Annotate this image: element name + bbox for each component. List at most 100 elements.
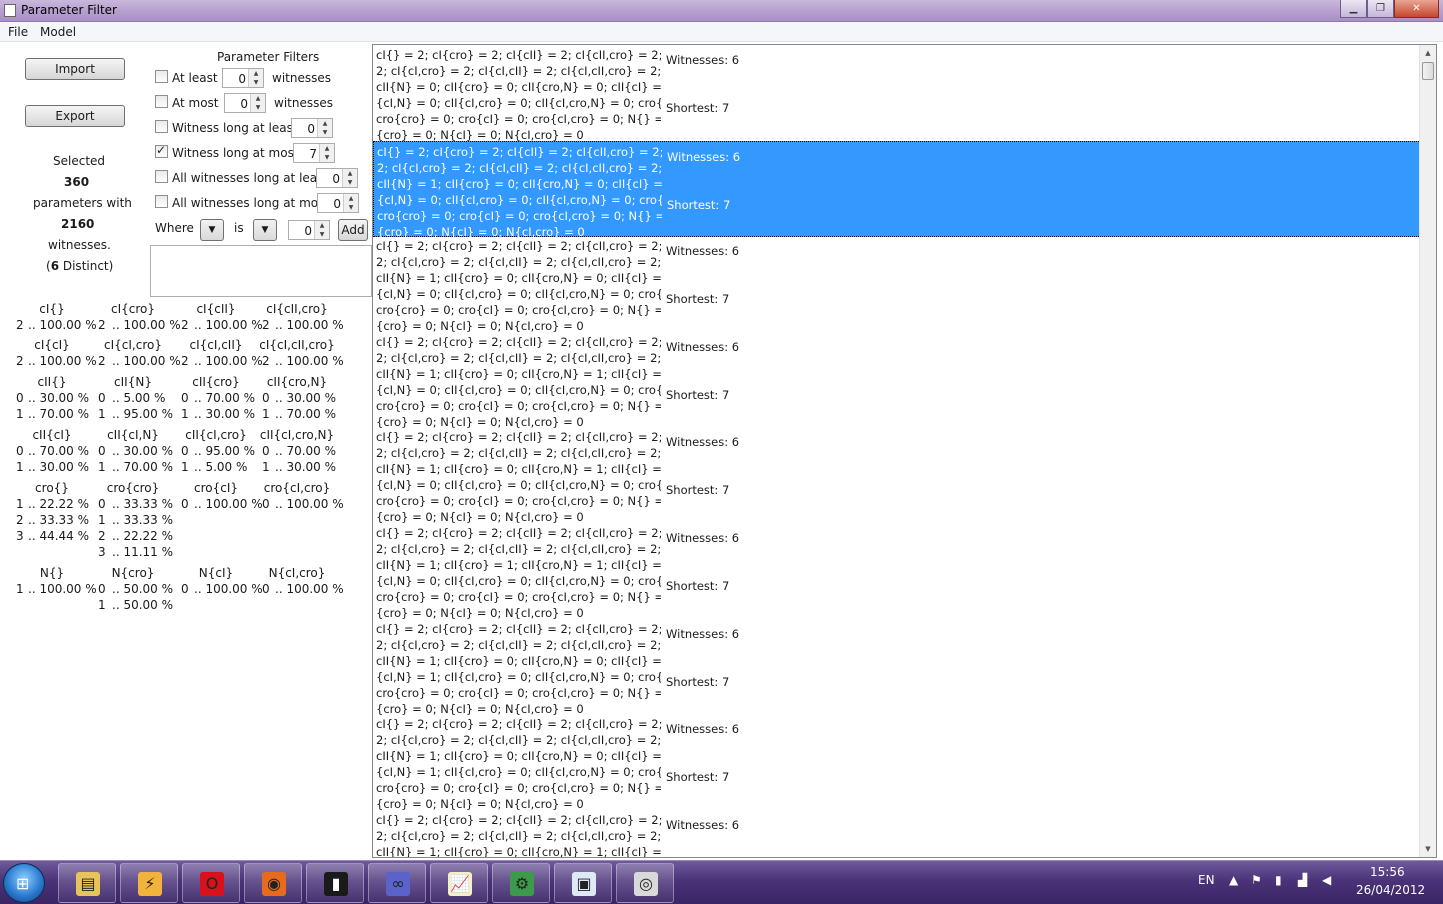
stat-param-name: N{} xyxy=(39,566,65,580)
taskbar-app-button[interactable]: ▤ xyxy=(58,863,116,903)
menu-model[interactable]: Model xyxy=(40,25,76,39)
import-button[interactable]: Import xyxy=(25,58,125,80)
list-item[interactable]: cI{} = 2; cI{cro} = 2; cI{cII} = 2; cI{c… xyxy=(373,236,1421,333)
all-witnesses-long-at-least-spinner[interactable]: 0 ▲ ▼ xyxy=(316,168,358,188)
witness-long-at-least-checkbox[interactable] xyxy=(155,120,168,133)
maximize-button[interactable]: ❐ xyxy=(1367,0,1394,18)
all-witnesses-long-at-most-spinner[interactable]: 0 ▲ ▼ xyxy=(317,193,359,213)
list-item[interactable]: cI{} = 2; cI{cro} = 2; cI{cII} = 2; cI{c… xyxy=(373,427,1421,524)
taskbar-app-button[interactable]: ⚡ xyxy=(120,863,178,903)
action-center-flag-icon[interactable]: ⚑ xyxy=(1251,873,1262,887)
parameter-line: cII{N} = 1; cII{cro} = 0; cII{cro,N} = 0… xyxy=(376,749,661,764)
spin-up-icon[interactable]: ▲ xyxy=(249,69,263,78)
stat-value-key: 0 xyxy=(98,444,106,458)
stat-param-name: cI{cI,cII} xyxy=(189,338,243,352)
at-least-suffix: witnesses xyxy=(272,71,331,85)
stat-value-key: 2 xyxy=(181,318,189,332)
spin-down-icon[interactable]: ▼ xyxy=(315,230,329,239)
spin-up-icon[interactable]: ▲ xyxy=(251,94,265,103)
witnesses-count: Witnesses: 6 xyxy=(666,53,740,67)
volume-icon[interactable]: ◀ xyxy=(1322,873,1331,887)
witness-long-at-most-spinner[interactable]: 7 ▲ ▼ xyxy=(293,143,335,163)
parameter-line: cI{} = 2; cI{cro} = 2; cI{cII} = 2; cI{c… xyxy=(376,239,661,254)
scroll-up-icon[interactable]: ▲ xyxy=(1420,45,1436,61)
list-item[interactable]: cI{} = 2; cI{cro} = 2; cI{cII} = 2; cI{c… xyxy=(373,810,1421,857)
parameter-line: cI{} = 2; cI{cro} = 2; cI{cII} = 2; cI{c… xyxy=(376,334,661,349)
spin-up-icon[interactable]: ▲ xyxy=(320,144,334,153)
clock-time[interactable]: 15:56 xyxy=(1370,865,1405,879)
spin-down-icon[interactable]: ▼ xyxy=(249,78,263,87)
parameter-line: cII{N} = 1; cII{cro} = 1; cII{cro,N} = 1… xyxy=(376,558,661,572)
stat-value-percent: .. 70.00 % xyxy=(112,460,174,474)
spin-down-icon[interactable]: ▼ xyxy=(344,203,358,212)
parameter-line: 2; cI{cI,cro} = 2; cI{cI,cII} = 2; cI{cI… xyxy=(376,446,661,461)
at-most-checkbox[interactable] xyxy=(155,95,168,108)
list-item[interactable]: cI{} = 2; cI{cro} = 2; cI{cII} = 2; cI{c… xyxy=(373,619,1421,716)
scroll-down-icon[interactable]: ▼ xyxy=(1420,841,1436,857)
close-button[interactable]: ✕ xyxy=(1394,0,1439,18)
stat-value-percent: .. 5.00 % xyxy=(112,391,166,405)
menu-file[interactable]: File xyxy=(8,25,28,39)
all-witnesses-long-at-least-checkbox[interactable] xyxy=(155,170,168,183)
battery-icon[interactable]: ▮ xyxy=(1275,873,1282,887)
stat-value-key: 1 xyxy=(16,407,24,421)
parameter-list[interactable]: cI{} = 2; cI{cro} = 2; cI{cII} = 2; cI{c… xyxy=(372,44,1437,858)
spin-up-icon[interactable]: ▲ xyxy=(343,169,357,178)
add-button[interactable]: Add xyxy=(338,219,368,241)
vertical-scrollbar[interactable]: ▲ ▼ xyxy=(1419,45,1436,857)
start-button[interactable]: ⊞ xyxy=(3,863,45,903)
stat-value-key: 0 xyxy=(98,391,106,405)
network-icon[interactable]: ▟ xyxy=(1298,873,1307,887)
taskbar-app-button[interactable]: ▮ xyxy=(306,863,364,903)
taskbar-app-button[interactable]: ▣ xyxy=(554,863,612,903)
spin-down-icon[interactable]: ▼ xyxy=(320,153,334,162)
where-dropdown[interactable]: ▼ xyxy=(200,219,224,241)
witness-long-at-most-checkbox[interactable] xyxy=(155,143,168,158)
stat-param-name: N{cro} xyxy=(111,566,155,580)
list-item[interactable]: cI{} = 2; cI{cro} = 2; cI{cII} = 2; cI{c… xyxy=(373,523,1421,620)
stat-value-percent: .. 100.00 % xyxy=(112,318,181,332)
stat-value-key: 2 xyxy=(98,354,106,368)
all-witnesses-long-at-most-checkbox[interactable] xyxy=(155,195,168,208)
show-hidden-icons-icon[interactable]: ▲ xyxy=(1229,873,1238,887)
taskbar-app-button[interactable]: ◎ xyxy=(616,863,674,903)
stat-value-percent: .. 30.00 % xyxy=(28,391,90,405)
witnesses-count: Witnesses: 6 xyxy=(666,531,740,545)
list-item[interactable]: cI{} = 2; cI{cro} = 2; cI{cII} = 2; cI{c… xyxy=(373,332,1421,429)
clock-date[interactable]: 26/04/2012 xyxy=(1356,883,1425,897)
parameter-line: cro{cro} = 0; cro{cI} = 0; cro{cI,cro} =… xyxy=(376,781,661,796)
stat-param-name: cI{cII,cro} xyxy=(266,302,328,316)
filter-conditions-box[interactable] xyxy=(150,245,372,297)
parameter-line: cII{N} = 1; cII{cro} = 0; cII{cro,N} = 0… xyxy=(376,653,661,668)
taskbar-app-button[interactable]: ∞ xyxy=(368,863,426,903)
spin-up-icon[interactable]: ▲ xyxy=(318,119,332,128)
minimize-button[interactable]: ▁ xyxy=(1340,0,1367,18)
stat-value-percent: .. 30.00 % xyxy=(275,460,337,474)
parameter-line: cI{} = 2; cI{cro} = 2; cI{cII} = 2; cI{c… xyxy=(377,144,662,159)
spin-down-icon[interactable]: ▼ xyxy=(318,128,332,137)
stat-value-percent: .. 33.33 % xyxy=(28,513,90,527)
at-least-checkbox[interactable] xyxy=(155,70,168,83)
export-button[interactable]: Export xyxy=(25,105,125,127)
list-item[interactable]: cI{} = 2; cI{cro} = 2; cI{cII} = 2; cI{c… xyxy=(373,45,1421,142)
taskbar-app-button[interactable]: 📈 xyxy=(430,863,488,903)
spin-down-icon[interactable]: ▼ xyxy=(343,178,357,187)
list-item[interactable]: cI{} = 2; cI{cro} = 2; cI{cII} = 2; cI{c… xyxy=(373,714,1421,811)
scroll-thumb[interactable] xyxy=(1422,62,1434,80)
taskbar-app-button[interactable]: O xyxy=(182,863,240,903)
spin-up-icon[interactable]: ▲ xyxy=(315,221,329,230)
where-value-spinner[interactable]: 0 ▲ ▼ xyxy=(288,220,330,240)
language-indicator[interactable]: EN xyxy=(1198,873,1215,887)
at-most-spinner[interactable]: 0 ▲ ▼ xyxy=(224,93,266,113)
spin-down-icon[interactable]: ▼ xyxy=(251,103,265,112)
witness-long-at-least-spinner[interactable]: 0 ▲ ▼ xyxy=(291,118,333,138)
at-least-spinner[interactable]: 0 ▲ ▼ xyxy=(222,68,264,88)
stat-param-name: cII{cro} xyxy=(192,375,240,389)
spin-up-icon[interactable]: ▲ xyxy=(344,194,358,203)
taskbar-app-button[interactable]: ◉ xyxy=(244,863,302,903)
parameter-line: 2; cI{cI,cro} = 2; cI{cI,cII} = 2; cI{cI… xyxy=(376,255,661,270)
taskbar-app-button[interactable]: ⚙ xyxy=(492,863,550,903)
stat-value-key: 2 xyxy=(98,529,106,543)
list-item[interactable]: cI{} = 2; cI{cro} = 2; cI{cII} = 2; cI{c… xyxy=(373,140,1421,239)
is-dropdown[interactable]: ▼ xyxy=(253,219,277,241)
